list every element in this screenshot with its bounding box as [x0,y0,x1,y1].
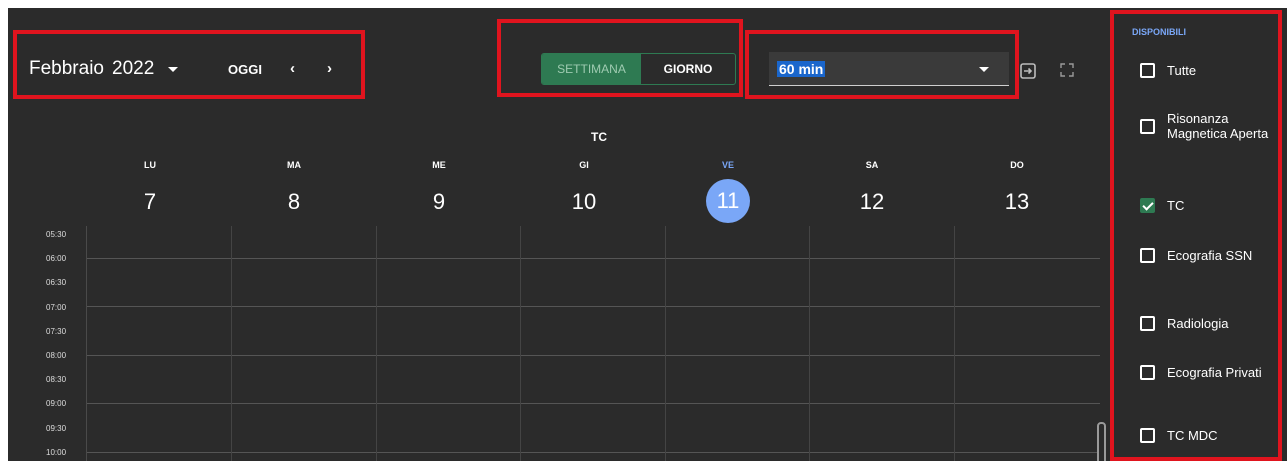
filter-label: Ecografia SSN [1167,248,1253,263]
day-name: LU [144,160,156,170]
time-label: 07:00 [46,303,67,312]
chevron-down-icon [168,66,179,72]
grid-day-divider [665,226,666,461]
day-view-button[interactable]: GIORNO [641,54,735,84]
day-header[interactable]: MA 8 [259,160,329,228]
time-label: 06:30 [46,278,67,287]
day-name: MA [287,160,301,170]
grid-hour-line [87,355,1100,356]
checkbox[interactable] [1140,63,1155,78]
next-week-button[interactable]: › [327,60,332,77]
interval-value: 60 min [777,61,826,77]
grid-hour-line [87,403,1100,404]
filter-item-tutte[interactable]: Tutte [1140,63,1277,78]
grid-hour-line [87,306,1100,307]
resource-title: TC [591,130,607,144]
scrollbar-thumb[interactable] [1097,422,1106,461]
day-number[interactable]: 8 [272,184,316,228]
filter-label: Risonanza Magnetica Aperta [1167,111,1269,141]
filter-label: Radiologia [1167,316,1229,331]
day-number[interactable]: 9 [417,184,461,228]
filter-item-ecografia-ssn[interactable]: Ecografia SSN [1140,248,1277,263]
month-year-picker[interactable]: Febbraio 2022 [29,58,179,80]
filter-label: TC MDC [1167,428,1218,443]
day-header[interactable]: LU 7 [115,160,185,228]
grid-day-divider [520,226,521,461]
fullscreen-icon[interactable] [1060,63,1074,77]
time-label: 08:00 [46,351,67,360]
day-header[interactable]: SA 12 [837,160,907,228]
time-label: 08:30 [46,375,67,384]
day-number[interactable]: 13 [995,184,1039,228]
availability-filter-panel: DISPONIBILI Tutte Risonanza Magnetica Ap… [1116,10,1282,461]
time-label: 05:30 [46,230,67,239]
year-label: 2022 [112,58,155,79]
grid-day-divider [809,226,810,461]
interval-select[interactable]: 60 min [769,52,1009,86]
day-number[interactable]: 12 [850,184,894,228]
week-view-button[interactable]: SETTIMANA [542,54,641,84]
today-button[interactable]: OGGI [228,62,262,77]
day-header[interactable]: GI 10 [549,160,619,228]
filter-label: Tutte [1167,63,1197,78]
time-grid[interactable] [86,226,1100,461]
filter-label: TC [1167,198,1185,213]
chevron-down-icon [979,67,989,72]
calendar-app: Febbraio 2022 OGGI ‹ › SETTIMANA GIORNO … [8,8,1287,461]
grid-hour-line [87,452,1100,453]
checkbox[interactable] [1140,248,1155,263]
filter-item-risonanza-magnetica-aperta[interactable]: Risonanza Magnetica Aperta [1140,111,1277,141]
day-number[interactable]: 10 [562,184,606,228]
day-name: GI [579,160,589,170]
day-name: ME [432,160,446,170]
filter-item-tc[interactable]: TC [1140,198,1277,213]
grid-day-divider [376,226,377,461]
checkbox[interactable] [1140,428,1155,443]
grid-day-divider [231,226,232,461]
time-label: 10:00 [46,448,67,457]
day-number[interactable]: 7 [128,184,172,228]
previous-week-button[interactable]: ‹ [290,60,295,77]
filter-item-ecografia-privati[interactable]: Ecografia Privati [1140,365,1277,380]
checkbox[interactable] [1140,118,1155,134]
day-name: SA [865,160,879,170]
checkbox[interactable] [1140,365,1155,380]
export-icon[interactable] [1020,63,1036,79]
day-number-today[interactable]: 11 [706,179,750,223]
checkbox-checked[interactable] [1140,198,1155,213]
checkbox[interactable] [1140,316,1155,331]
filter-item-tc-mdc[interactable]: TC MDC [1140,428,1277,443]
filter-item-radiologia[interactable]: Radiologia [1140,316,1277,331]
view-toggle: SETTIMANA GIORNO [541,53,736,85]
grid-hour-line [87,258,1100,259]
day-header[interactable]: ME 9 [404,160,474,228]
time-label: 09:30 [46,424,67,433]
filter-label: Ecografia Privati [1167,365,1262,380]
time-label: 06:00 [46,254,67,263]
panel-title: DISPONIBILI [1132,27,1187,37]
day-name: VE [721,160,734,170]
day-header[interactable]: DO 13 [982,160,1052,228]
day-name: DO [1010,160,1024,170]
day-header-today[interactable]: VE 11 [693,160,763,223]
grid-day-divider [954,226,955,461]
month-label: Febbraio [29,58,104,79]
time-label: 07:30 [46,327,67,336]
time-label: 09:00 [46,399,67,408]
